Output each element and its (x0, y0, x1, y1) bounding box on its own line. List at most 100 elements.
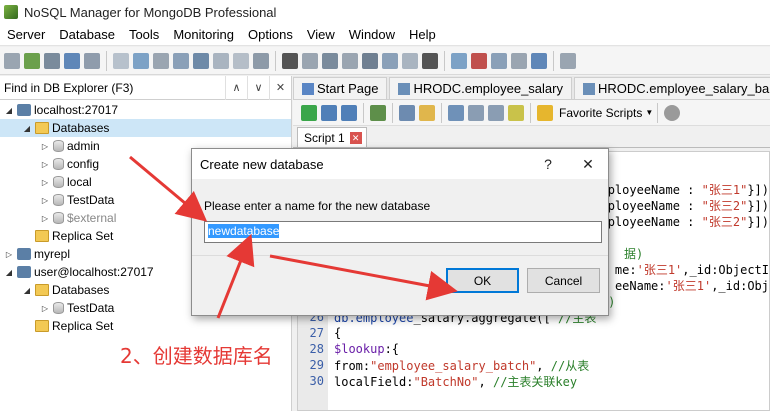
toolbar-button-icon[interactable] (64, 52, 80, 69)
tab-employee-salary-batch[interactable]: HRODC.employee_salary_ba (574, 77, 770, 99)
toolbar-button-icon[interactable] (302, 52, 318, 69)
menu-help[interactable]: Help (402, 27, 443, 42)
database-name-prompt: Please enter a name for the new database (204, 199, 431, 213)
tree-node[interactable]: ◢ localhost:27017 (0, 101, 291, 119)
toolbar-button-icon[interactable] (511, 52, 527, 69)
toolbar-button-icon[interactable] (322, 52, 338, 69)
toolbar-button-icon[interactable] (342, 52, 358, 69)
annotation-text: 2、创建数据库名 (120, 344, 273, 368)
menu-server[interactable]: Server (0, 27, 52, 42)
database-name-input[interactable]: newdatabase (204, 221, 602, 243)
find-in-explorer-label[interactable]: Find in DB Explorer (F3) (0, 81, 225, 95)
editor-toolbar: Favorite Scripts ▼ (293, 100, 770, 126)
toolbar-button-icon[interactable] (193, 52, 209, 69)
tab-script-1[interactable]: Script 1 ✕ (297, 127, 367, 147)
toolbar-button-icon[interactable] (382, 52, 398, 69)
title-bar: NoSQL Manager for MongoDB Professional (0, 0, 770, 24)
toolbar-button-icon[interactable] (422, 52, 438, 69)
toolbar-button-icon[interactable] (508, 104, 524, 121)
toolbar-button-icon[interactable] (84, 52, 100, 69)
tree-node-label: TestData (67, 301, 115, 315)
html-icon[interactable] (531, 52, 547, 69)
run-current-icon[interactable] (341, 104, 357, 121)
toolbar-button-icon[interactable] (233, 52, 249, 69)
database-icon (53, 176, 64, 188)
dialog-title: Create new database (200, 156, 324, 172)
menu-monitoring[interactable]: Monitoring (166, 27, 241, 42)
chevron-down-icon[interactable]: ▼ (645, 108, 653, 117)
toolbar-button-icon[interactable] (448, 104, 464, 121)
expand-icon[interactable]: ▷ (40, 160, 50, 169)
line-number: 28 (309, 342, 324, 356)
toolbar-button-icon[interactable] (173, 52, 189, 69)
close-icon[interactable]: ✕ (349, 131, 362, 144)
toolbar-button-icon[interactable] (113, 52, 129, 69)
toolbar-button-icon[interactable] (560, 52, 576, 69)
database-name-value[interactable]: newdatabase (208, 224, 280, 238)
help-icon[interactable]: ? (528, 156, 568, 172)
code-text: $lookup:{ (334, 342, 400, 356)
open-folder-icon[interactable] (419, 104, 435, 121)
menu-bar: Server Database Tools Monitoring Options… (0, 24, 770, 46)
find-in-explorer-bar[interactable]: Find in DB Explorer (F3) ∧ ∨ ✕ (0, 75, 291, 100)
toolbar-button-icon[interactable] (468, 104, 484, 121)
toolbar-divider (275, 50, 276, 71)
window-title: NoSQL Manager for MongoDB Professional (24, 4, 277, 20)
toolbar-button-icon[interactable] (133, 52, 149, 69)
toolbar-button-icon[interactable] (402, 52, 418, 69)
menu-database[interactable]: Database (52, 27, 122, 42)
expand-icon[interactable]: ▷ (40, 178, 50, 187)
menu-window[interactable]: Window (342, 27, 402, 42)
tab-employee-salary[interactable]: HRODC.employee_salary (389, 77, 572, 99)
tab-label: HRODC.employee_salary_ba (598, 81, 770, 96)
menu-options[interactable]: Options (241, 27, 300, 42)
collapse-icon[interactable]: ◢ (4, 268, 14, 277)
chevron-down-icon[interactable]: ∨ (247, 75, 269, 100)
database-icon (53, 212, 64, 224)
toolbar-button-icon[interactable] (153, 52, 169, 69)
close-icon[interactable]: ✕ (269, 75, 291, 100)
collapse-icon[interactable]: ◢ (22, 124, 32, 133)
tree-node[interactable]: ◢ Databases (0, 119, 291, 137)
ok-button[interactable]: OK (446, 268, 519, 293)
star-icon[interactable] (537, 104, 553, 121)
menu-tools[interactable]: Tools (122, 27, 166, 42)
toolbar-button-icon[interactable] (253, 52, 269, 69)
code-line: 29 from:"employee_salary_batch", //从表 (298, 357, 769, 373)
menu-view[interactable]: View (300, 27, 342, 42)
line-number: 27 (309, 326, 324, 340)
expand-icon[interactable]: ▷ (40, 142, 50, 151)
chevron-up-icon[interactable]: ∧ (225, 75, 247, 100)
collapse-icon[interactable]: ◢ (22, 286, 32, 295)
gear-icon[interactable] (664, 104, 681, 121)
save-icon[interactable] (399, 104, 415, 121)
collapse-icon[interactable]: ◢ (4, 106, 14, 115)
toolbar-button-icon[interactable] (213, 52, 229, 69)
toolbar-button-icon[interactable] (24, 52, 40, 69)
favorite-scripts-dropdown[interactable]: Favorite Scripts (559, 106, 642, 120)
cancel-button[interactable]: Cancel (527, 268, 600, 293)
server-icon (17, 248, 31, 260)
toolbar-button-icon[interactable] (4, 52, 20, 69)
close-icon[interactable]: ✕ (568, 156, 608, 173)
expand-icon[interactable]: ▷ (40, 304, 50, 313)
tree-node-label: user@localhost:27017 (34, 265, 154, 279)
expand-icon[interactable]: ▷ (40, 214, 50, 223)
toolbar-button-icon[interactable] (451, 52, 467, 69)
tree-node[interactable]: Replica Set (0, 317, 291, 335)
toolbar-button-icon[interactable] (491, 52, 507, 69)
toolbar-button-icon[interactable] (488, 104, 504, 121)
shell-icon[interactable] (282, 52, 298, 69)
chart-icon[interactable] (471, 52, 487, 69)
toolbar-button-icon[interactable] (44, 52, 60, 69)
toolbar-divider (363, 102, 364, 123)
run-icon[interactable] (301, 104, 317, 121)
expand-icon[interactable]: ▷ (4, 250, 14, 259)
toolbar-button-icon[interactable] (362, 52, 378, 69)
tab-start-page[interactable]: Start Page (293, 77, 388, 99)
tree-node-label: Databases (52, 283, 110, 297)
step-icon[interactable] (321, 104, 337, 121)
tab-label: HRODC.employee_salary (413, 81, 563, 96)
execute-dropdown-icon[interactable] (370, 104, 386, 121)
expand-icon[interactable]: ▷ (40, 196, 50, 205)
